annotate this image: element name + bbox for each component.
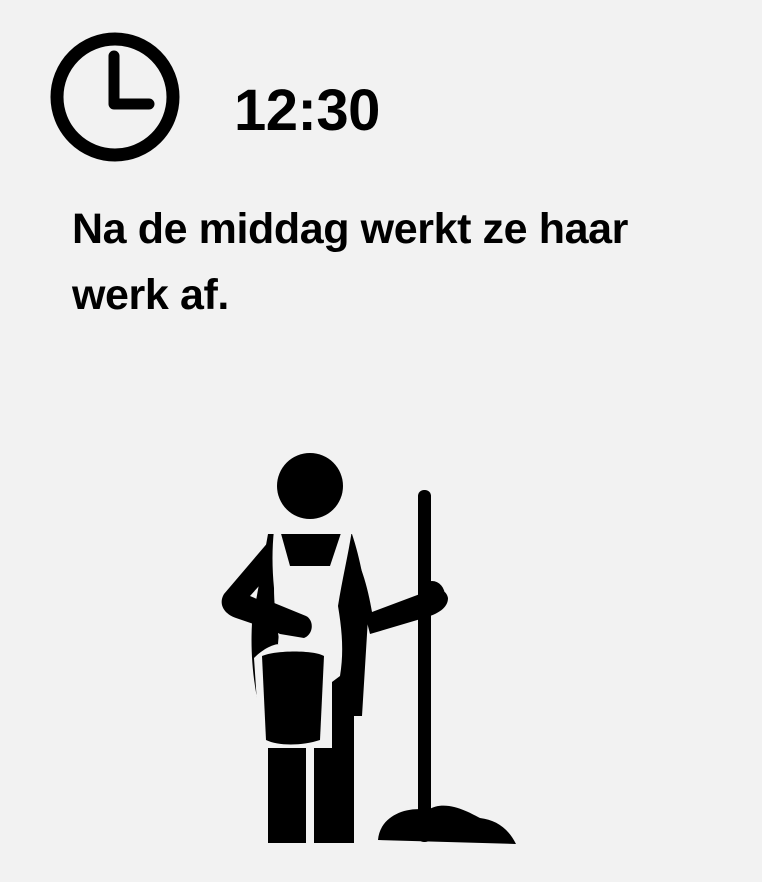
cleaning-lady-with-mop-icon xyxy=(221,453,516,844)
clock-icon xyxy=(50,32,180,162)
time-label: 12:30 xyxy=(234,78,380,143)
activity-caption: Na de middag werkt ze haar werk af. xyxy=(72,205,628,319)
schedule-card: 12:30 Na de middag werkt ze haar werk af… xyxy=(0,0,762,882)
